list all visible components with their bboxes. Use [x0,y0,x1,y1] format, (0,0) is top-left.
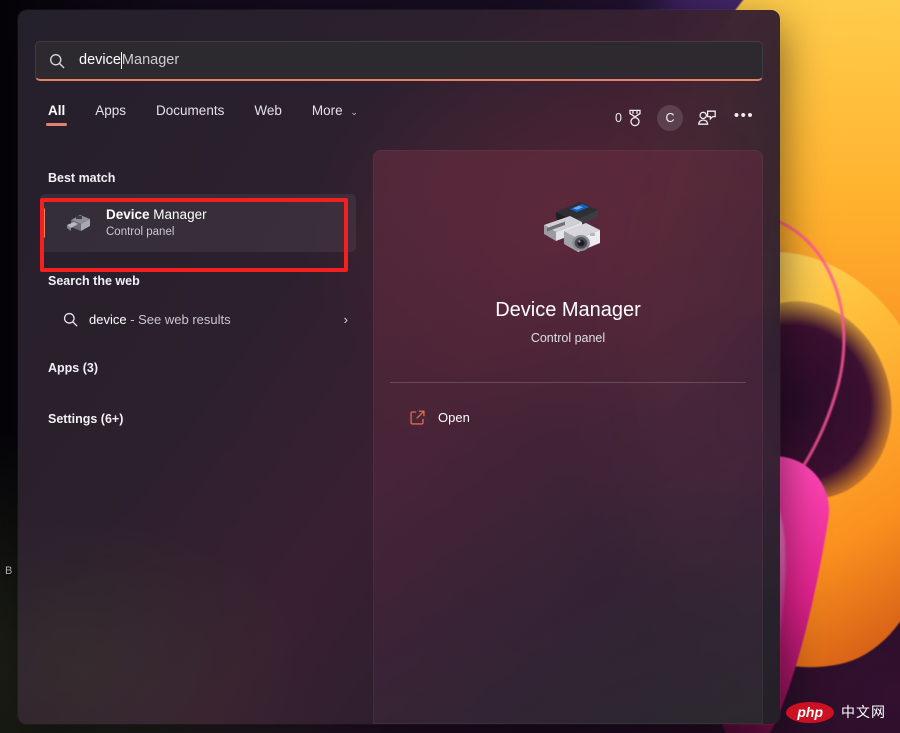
search-typed-text: device [79,52,121,69]
feedback-chat-icon [698,110,716,125]
preview-pane: Device Manager Control panel Open [373,150,763,724]
panel-command-bar: 0 C ••• [609,102,760,134]
device-manager-glyph-large [544,202,600,252]
feedback-button[interactable] [691,102,723,134]
desktop: B device Manager All Apps Documents Web … [0,0,900,733]
result-item-device-manager[interactable]: Device Manager Control panel [40,194,356,252]
tab-all[interactable]: All [46,98,68,128]
web-result-label: device - See web results [89,312,231,327]
results-list: Best match Device Manager Control panel … [18,150,378,435]
best-match-heading: Best match [48,171,116,185]
chevron-right-icon: › [343,311,348,327]
device-manager-icon-large [530,198,606,271]
avatar-initial: C [665,111,675,125]
web-query-text: device [89,311,127,327]
preview-divider [390,382,746,383]
preview-subtitle: Control panel [530,331,606,345]
section-settings: Settings (6+) [18,384,378,426]
rewards-medal-icon [629,109,641,127]
desktop-stray-glyph: B [5,565,13,577]
search-suggestion-text: Manager [121,52,180,69]
search-text: device Manager [79,52,179,69]
ellipsis-icon: ••• [733,106,755,124]
result-title-bold: Device [106,206,150,222]
open-external-icon [410,410,425,425]
preview-title: Device Manager [495,299,641,321]
search-web-heading: Search the web [48,274,140,288]
watermark: php 中文网 [786,701,886,723]
section-search-the-web: Search the web device - See web results … [18,252,378,341]
chevron-down-icon: ⌄ [350,107,358,117]
tab-web[interactable]: Web [252,98,284,128]
device-manager-glyph [67,215,90,231]
search-icon [50,53,65,68]
settings-heading: Settings (6+) [48,412,124,426]
more-options-button[interactable]: ••• [728,102,760,134]
tab-apps[interactable]: Apps [93,98,128,128]
tab-documents[interactable]: Documents [154,98,226,128]
apps-heading: Apps (3) [48,361,98,375]
tab-apps-label: Apps [95,103,127,118]
account-button[interactable]: C [654,102,686,134]
section-best-match: Best match Device Manager Control panel [18,150,378,252]
filter-tab-strip: All Apps Documents Web More ⌄ [46,98,360,128]
open-label: Open [438,410,470,425]
open-button[interactable]: Open [399,403,480,432]
result-text-block: Device Manager Control panel [106,206,207,240]
rewards-button[interactable]: 0 [609,102,649,134]
result-title-rest: Manager [149,206,207,222]
web-result-suffix: - See web results [126,311,231,327]
search-input[interactable]: device Manager [35,41,763,81]
section-apps: Apps (3) [18,341,378,375]
result-title: Device Manager [106,206,207,224]
watermark-suffix: 中文网 [841,704,886,721]
start-search-panel: device Manager All Apps Documents Web Mo… [18,10,780,724]
rewards-count: 0 [615,111,622,125]
tab-more-label: More [311,103,343,118]
tab-web-label: Web [254,103,282,118]
result-subtitle: Control panel [106,225,175,238]
tab-documents-label: Documents [156,103,225,118]
watermark-brand: php [786,701,834,723]
device-manager-icon [62,210,96,236]
tab-all-label: All [48,103,66,118]
result-item-web-search[interactable]: device - See web results › [40,297,356,341]
tab-more[interactable]: More ⌄ [310,98,360,128]
search-icon [63,312,78,326]
avatar: C [657,105,683,131]
